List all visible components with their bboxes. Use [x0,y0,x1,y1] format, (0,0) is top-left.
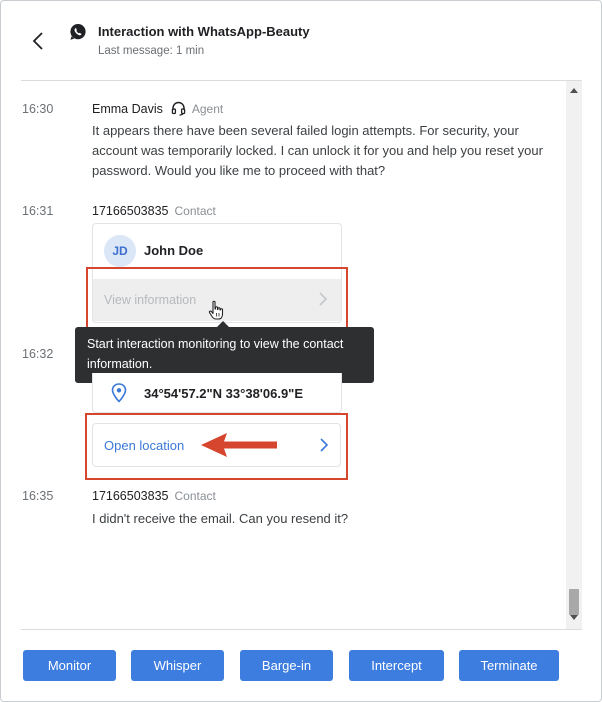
contact-name: John Doe [144,243,204,258]
back-button[interactable] [27,29,49,53]
location-coordinates: 34°54'57.2"N 33°38'06.9"E [144,386,304,401]
sender-role: Agent [191,101,224,116]
message-sender: 17166503835 Contact [92,204,216,218]
conversation-scrollbar[interactable] [566,81,582,629]
interaction-title: Interaction with WhatsApp-Beauty [98,24,310,39]
whisper-button[interactable]: Whisper [131,650,224,681]
terminate-button[interactable]: Terminate [459,650,559,681]
sender-name: 17166503835 [92,204,169,218]
monitor-button[interactable]: Monitor [23,650,116,681]
conversation-area[interactable]: 16:30 Emma Davis Agent It appears there … [1,81,583,629]
scroll-up-arrow-icon[interactable] [566,87,582,95]
sender-name: 17166503835 [92,489,169,503]
scroll-down-arrow-icon[interactable] [566,615,582,623]
message-time: 16:30 [22,102,54,116]
footer-divider [21,629,582,630]
hand-cursor-icon [208,300,224,320]
message-time: 16:35 [22,489,54,503]
message-sender: 17166503835 Contact [92,489,216,503]
avatar: JD [104,235,136,267]
sender-role: Contact [174,489,216,503]
location-pin-icon [111,383,127,403]
chevron-left-icon [32,32,43,50]
message-text: I didn't receive the email. Can you rese… [92,511,349,526]
sender-name: Emma Davis [92,101,163,116]
headset-icon [171,101,186,116]
intercept-button[interactable]: Intercept [349,650,444,681]
barge-in-button[interactable]: Barge-in [240,650,333,681]
whatsapp-icon [70,24,86,40]
interaction-panel: Interaction with WhatsApp-Beauty Last me… [0,0,602,702]
message-sender: Emma Davis Agent [92,101,223,116]
message-time: 16:32 [22,347,54,361]
last-message-time: Last message: 1 min [98,45,205,57]
message-time: 16:31 [22,204,54,218]
message-text: It appears there have been several faile… [92,123,543,178]
scrollbar-thumb[interactable] [569,589,579,615]
sender-role: Contact [174,204,216,218]
red-arrow-icon [201,433,277,457]
